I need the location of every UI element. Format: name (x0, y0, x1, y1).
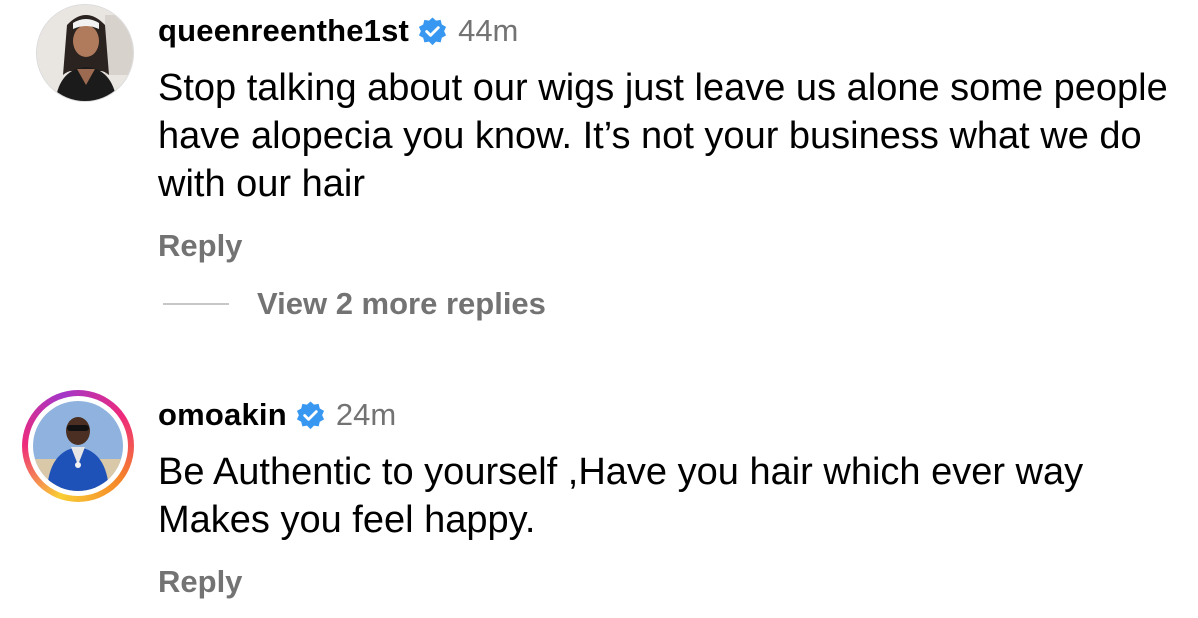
reply-button[interactable]: Reply (158, 564, 242, 600)
avatar-ring-gap (28, 396, 128, 496)
timestamp: 44m (458, 13, 519, 48)
comment-item: queenreenthe1st 44m Stop talking about o… (0, 0, 1198, 340)
profile-photo-icon (33, 401, 123, 491)
comment-header: queenreenthe1st 44m (158, 10, 518, 52)
comment-text: Stop talking about our wigs just leave u… (158, 67, 1168, 205)
avatar[interactable] (36, 4, 134, 102)
view-more-replies-button[interactable]: View 2 more replies (163, 284, 546, 324)
profile-photo-icon (37, 5, 133, 101)
avatar (33, 401, 123, 491)
view-replies-label: View 2 more replies (257, 286, 546, 321)
timestamp: 24m (335, 397, 397, 432)
reply-button[interactable]: Reply (158, 228, 242, 264)
avatar-story-ring[interactable] (22, 390, 134, 502)
comment-text: Be Authentic to yourself ,Have you hair … (158, 451, 1084, 541)
verified-badge-icon (295, 400, 326, 431)
comment-item: omoakin 24m Be Authentic to yourself ,Ha… (0, 340, 1198, 618)
username[interactable]: omoakin (158, 397, 287, 433)
verified-badge-icon (417, 16, 448, 47)
comment-header: omoakin 24m (158, 394, 396, 436)
replies-divider (163, 303, 229, 305)
username[interactable]: queenreenthe1st (158, 13, 409, 49)
